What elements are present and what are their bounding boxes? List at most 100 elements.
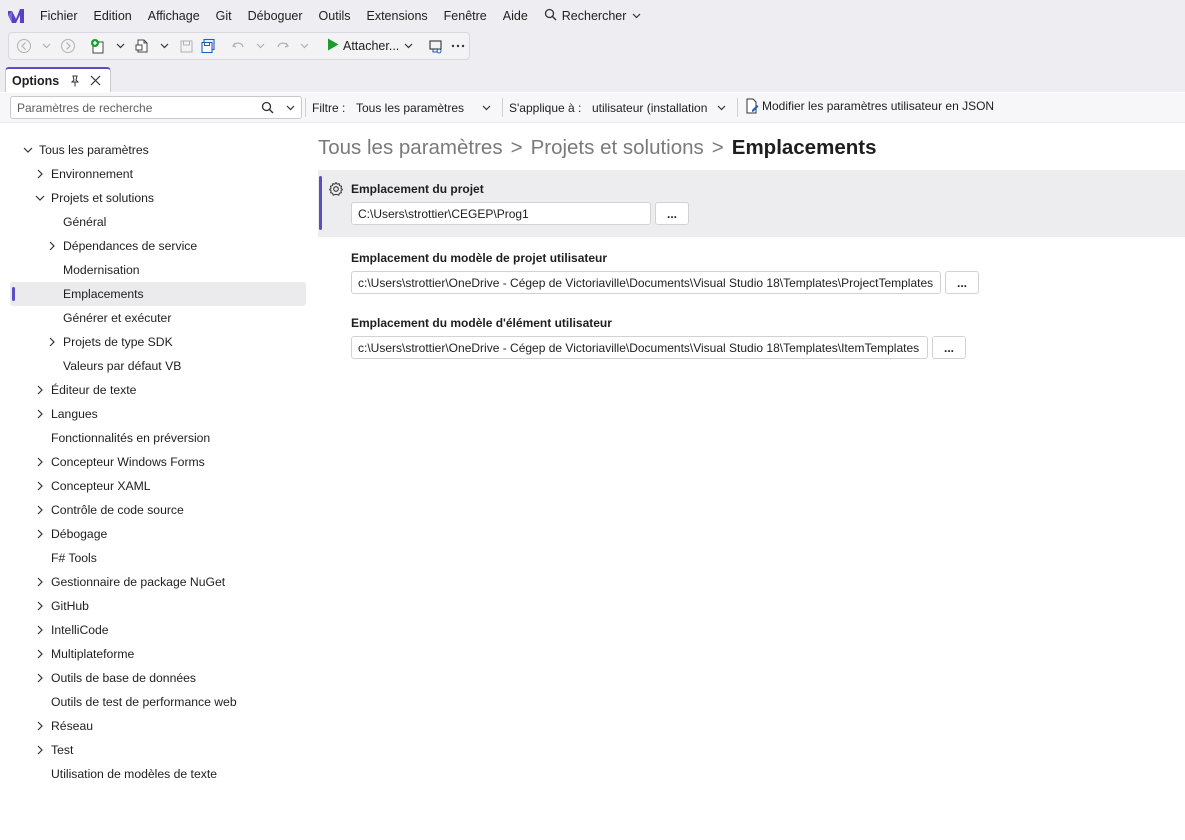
chevron-right-icon[interactable]: [34, 720, 46, 732]
menu-git[interactable]: Git: [208, 0, 240, 32]
browse-button[interactable]: ...: [945, 271, 979, 294]
back-dropdown-icon[interactable]: [36, 35, 56, 57]
chevron-right-icon[interactable]: [34, 744, 46, 756]
tab-options[interactable]: Options: [5, 67, 111, 92]
attach-button[interactable]: Attacher...: [323, 38, 417, 54]
chevron-right-icon[interactable]: [34, 624, 46, 636]
tree-item[interactable]: IntelliCode: [10, 618, 306, 642]
chevron-right-icon[interactable]: [46, 336, 58, 348]
gear-icon[interactable]: [328, 181, 344, 197]
chevron-right-icon[interactable]: [34, 480, 46, 492]
menu-deboguer[interactable]: Déboguer: [240, 0, 311, 32]
save-all-icon[interactable]: [198, 35, 218, 57]
chevron-down-icon[interactable]: [22, 144, 34, 156]
tree-item[interactable]: Outils de test de performance web: [10, 690, 306, 714]
browse-button[interactable]: ...: [932, 336, 966, 359]
tree-item-label: Environnement: [51, 167, 133, 181]
chevron-down-icon[interactable]: [34, 192, 46, 204]
applies-to-select[interactable]: utilisateur (installation: [585, 96, 733, 119]
browse-button[interactable]: ...: [655, 202, 689, 225]
chevron-right-icon[interactable]: [34, 576, 46, 588]
chevron-down-icon: [717, 105, 726, 111]
more-options-icon[interactable]: [448, 35, 468, 57]
menu-search-button[interactable]: Rechercher: [536, 8, 650, 24]
tree-item[interactable]: Valeurs par défaut VB: [10, 354, 306, 378]
tree-item[interactable]: Gestionnaire de package NuGet: [10, 570, 306, 594]
tree-item[interactable]: Fonctionnalités en préversion: [10, 426, 306, 450]
forward-icon[interactable]: [58, 35, 78, 57]
chevron-right-icon[interactable]: [34, 408, 46, 420]
settings-search-input[interactable]: [17, 100, 261, 115]
menu-fichier[interactable]: Fichier: [32, 0, 86, 32]
tree-item[interactable]: Dépendances de service: [10, 234, 306, 258]
user-project-templates-field[interactable]: c:\Users\strottier\OneDrive - Cégep de V…: [351, 271, 941, 294]
open-file-icon[interactable]: [132, 35, 152, 57]
chevron-right-icon[interactable]: [34, 528, 46, 540]
visual-studio-logo-icon[interactable]: [0, 0, 32, 32]
tree-item[interactable]: Multiplateforme: [10, 642, 306, 666]
tree-item[interactable]: Langues: [10, 402, 306, 426]
tree-item-label: Débogage: [51, 527, 108, 541]
new-project-icon[interactable]: [88, 35, 108, 57]
menu-affichage[interactable]: Affichage: [140, 0, 208, 32]
breadcrumb: Tous les paramètres > Projets et solutio…: [318, 136, 876, 160]
filter-select[interactable]: Tous les paramètres: [349, 96, 498, 119]
tree-item[interactable]: Emplacements: [10, 282, 306, 306]
chevron-right-icon[interactable]: [34, 504, 46, 516]
pin-icon[interactable]: [66, 72, 84, 90]
redo-dropdown-icon[interactable]: [294, 35, 314, 57]
project-location-field[interactable]: C:\Users\strottier\CEGEP\Prog1: [351, 202, 651, 225]
chevron-right-icon[interactable]: [34, 456, 46, 468]
edit-json-link[interactable]: Modifier les paramètres utilisateur en J…: [745, 98, 994, 114]
undo-dropdown-icon[interactable]: [250, 35, 270, 57]
open-file-dropdown-icon[interactable]: [154, 35, 174, 57]
setting-project-location: Emplacement du projet C:\Users\strottier…: [318, 170, 1185, 237]
breadcrumb-root[interactable]: Tous les paramètres: [318, 136, 503, 160]
tree-item[interactable]: Test: [10, 738, 306, 762]
chevron-right-icon[interactable]: [34, 384, 46, 396]
back-icon[interactable]: [14, 35, 34, 57]
close-icon[interactable]: [86, 72, 104, 90]
search-options-dropdown-icon[interactable]: [286, 105, 295, 111]
tree-item[interactable]: Éditeur de texte: [10, 378, 306, 402]
redo-icon[interactable]: [272, 35, 292, 57]
tree-item[interactable]: GitHub: [10, 594, 306, 618]
tree-item[interactable]: Projets et solutions: [10, 186, 306, 210]
breadcrumb-section[interactable]: Projets et solutions: [531, 136, 704, 160]
tree-item[interactable]: Tous les paramètres: [10, 138, 306, 162]
tree-item[interactable]: Général: [10, 210, 306, 234]
tree-item[interactable]: Utilisation de modèles de texte: [10, 762, 306, 786]
menu-edition[interactable]: Edition: [86, 0, 140, 32]
chevron-down-icon: [631, 11, 641, 21]
tree-item[interactable]: Concepteur Windows Forms: [10, 450, 306, 474]
tree-item[interactable]: Concepteur XAML: [10, 474, 306, 498]
tree-item[interactable]: Contrôle de code source: [10, 498, 306, 522]
tree-item[interactable]: Modernisation: [10, 258, 306, 282]
new-project-dropdown-icon[interactable]: [110, 35, 130, 57]
live-share-icon[interactable]: [426, 35, 446, 57]
save-icon[interactable]: [176, 35, 196, 57]
tree-item[interactable]: Environnement: [10, 162, 306, 186]
tree-item-label: Utilisation de modèles de texte: [51, 767, 217, 781]
tree-item[interactable]: Générer et exécuter: [10, 306, 306, 330]
undo-icon[interactable]: [228, 35, 248, 57]
chevron-right-icon[interactable]: [34, 648, 46, 660]
menu-extensions[interactable]: Extensions: [359, 0, 436, 32]
tree-item[interactable]: Projets de type SDK: [10, 330, 306, 354]
tree-item[interactable]: Outils de base de données: [10, 666, 306, 690]
tree-item[interactable]: Réseau: [10, 714, 306, 738]
tree-item[interactable]: F# Tools: [10, 546, 306, 570]
menu-aide[interactable]: Aide: [495, 0, 536, 32]
tree-item[interactable]: Débogage: [10, 522, 306, 546]
document-tab-strip: Options: [0, 67, 1185, 92]
user-item-templates-field[interactable]: c:\Users\strottier\OneDrive - Cégep de V…: [351, 336, 928, 359]
menu-outils[interactable]: Outils: [311, 0, 359, 32]
search-icon[interactable]: [261, 101, 274, 114]
chevron-right-icon[interactable]: [34, 168, 46, 180]
menu-fenetre[interactable]: Fenêtre: [436, 0, 495, 32]
chevron-right-icon[interactable]: [34, 600, 46, 612]
tree-item-label: Tous les paramètres: [39, 143, 149, 157]
chevron-right-icon[interactable]: [34, 672, 46, 684]
chevron-right-icon[interactable]: [46, 240, 58, 252]
tree-item-label: Projets de type SDK: [63, 335, 173, 349]
